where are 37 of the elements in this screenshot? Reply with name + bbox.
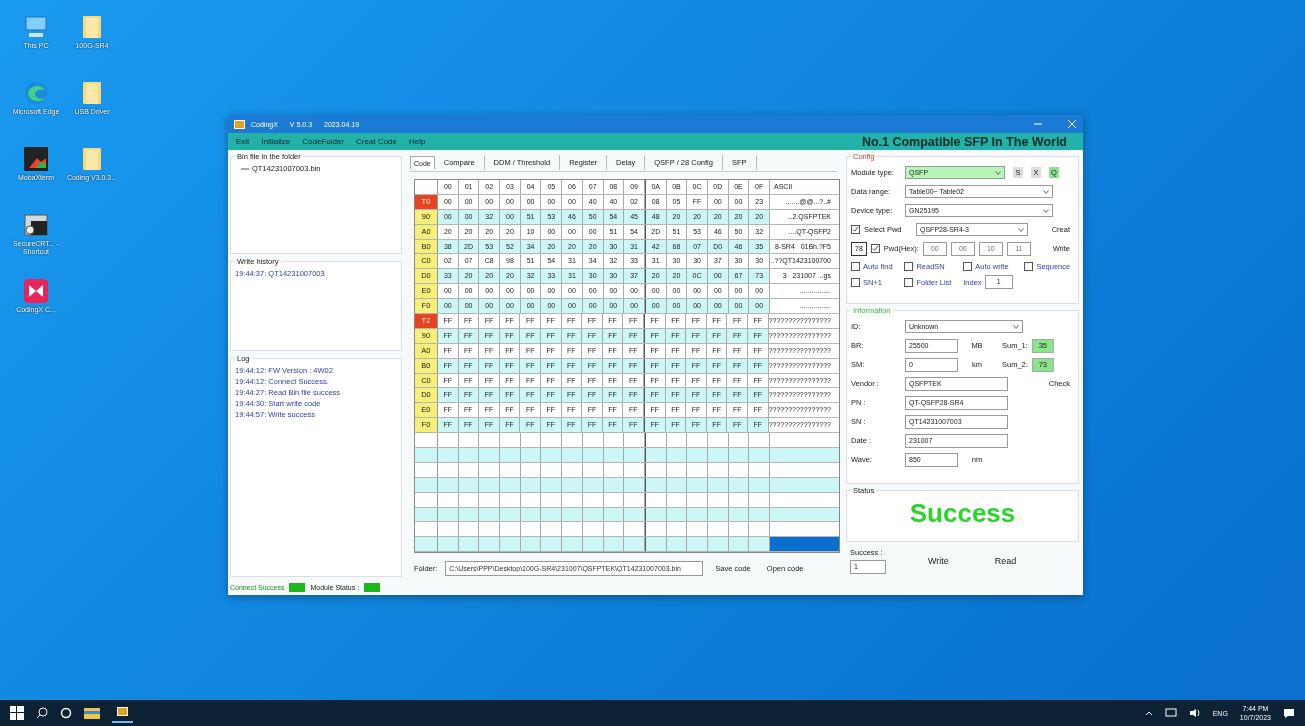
checkbox[interactable] bbox=[963, 262, 973, 271]
tree-line-icon bbox=[241, 168, 249, 170]
checkbox[interactable] bbox=[870, 244, 880, 253]
notification-icon[interactable] bbox=[1283, 707, 1295, 719]
search-icon[interactable] bbox=[36, 707, 48, 719]
checkbox[interactable] bbox=[904, 277, 914, 287]
window-app-icon[interactable] bbox=[23, 212, 49, 238]
app-icon[interactable] bbox=[23, 278, 49, 304]
close-icon[interactable] bbox=[1067, 119, 1077, 129]
menu-item[interactable]: Help bbox=[409, 137, 426, 146]
chevron-down-icon bbox=[1013, 324, 1019, 329]
computer-icon[interactable] bbox=[23, 14, 49, 40]
terminal-icon[interactable] bbox=[23, 146, 49, 172]
checkbox[interactable] bbox=[904, 262, 914, 271]
folder-icon[interactable] bbox=[84, 707, 100, 719]
circle-icon[interactable] bbox=[60, 707, 72, 719]
menu-item[interactable]: Initialize bbox=[261, 137, 291, 146]
status-message: Success bbox=[908, 497, 1017, 529]
banner-text: No.1 Compatible SFP In The World bbox=[861, 134, 1067, 149]
start-icon[interactable] bbox=[10, 706, 24, 720]
volume-icon[interactable] bbox=[1188, 708, 1201, 718]
menu-item[interactable]: Creat Code bbox=[356, 137, 397, 146]
network-icon[interactable] bbox=[1164, 708, 1177, 718]
chevron-down-icon bbox=[995, 170, 1001, 175]
chevron-down-icon bbox=[1043, 189, 1049, 194]
app-logo-icon bbox=[234, 119, 245, 129]
checkbox[interactable] bbox=[851, 277, 860, 287]
checkbox[interactable] bbox=[851, 262, 860, 271]
chevron-down-icon bbox=[1018, 227, 1024, 232]
checkbox[interactable] bbox=[851, 225, 860, 234]
action-button[interactable]: Read bbox=[990, 555, 1021, 567]
caret-icon[interactable] bbox=[1144, 710, 1153, 716]
checkbox[interactable] bbox=[1024, 262, 1034, 271]
action-button[interactable]: Write bbox=[924, 555, 953, 567]
chevron-down-icon bbox=[1043, 208, 1049, 213]
menu-item[interactable]: Exit bbox=[236, 137, 250, 146]
menu-item[interactable]: CodeFolder bbox=[302, 137, 345, 146]
